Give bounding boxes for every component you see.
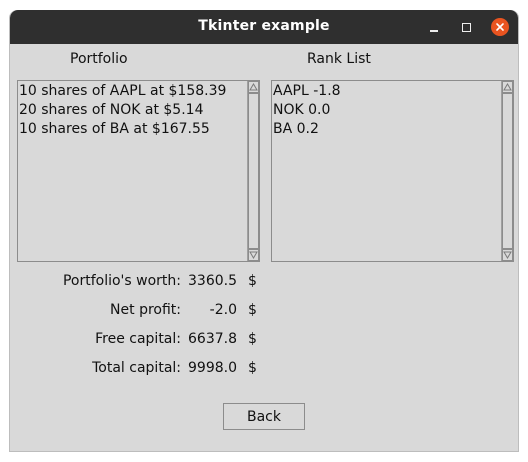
arrow-up-icon [249,83,258,91]
net-profit-value: -2.0 [209,302,237,318]
minimize-button[interactable] [424,17,444,37]
ranklist-list: AAPL -1.8 NOK 0.0 BA 0.2 [273,82,341,139]
app-window: Tkinter example Portfolio Rank List 10 s… [9,10,519,452]
title-bar[interactable]: Tkinter example [10,10,518,44]
total-capital-value: 9998.0 [188,360,237,376]
close-button[interactable] [490,17,510,37]
scroll-thumb[interactable] [248,93,259,249]
net-profit-unit: $ [248,302,257,318]
scroll-down-button[interactable] [248,249,259,261]
maximize-icon [461,22,471,32]
ranklist-header: Rank List [307,51,371,67]
list-item[interactable]: 10 shares of AAPL at $158.39 [19,82,226,101]
portfolio-worth-unit: $ [248,273,257,289]
scroll-up-button[interactable] [502,81,513,93]
free-capital-unit: $ [248,331,257,347]
arrow-down-icon [249,251,258,259]
total-capital-label: Total capital: [92,360,181,376]
close-icon [491,18,509,36]
ranklist-listbox[interactable]: AAPL -1.8 NOK 0.0 BA 0.2 [271,80,514,262]
portfolio-list: 10 shares of AAPL at $158.39 20 shares o… [19,82,226,139]
back-button[interactable]: Back [223,403,305,430]
list-item[interactable]: BA 0.2 [273,120,341,139]
list-item[interactable]: 20 shares of NOK at $5.14 [19,101,226,120]
arrow-up-icon [503,83,512,91]
portfolio-scrollbar[interactable] [247,81,259,261]
portfolio-worth-value: 3360.5 [188,273,237,289]
free-capital-value: 6637.8 [188,331,237,347]
free-capital-label: Free capital: [95,331,181,347]
maximize-button[interactable] [456,17,476,37]
arrow-down-icon [503,251,512,259]
net-profit-label: Net profit: [110,302,181,318]
ranklist-scrollbar[interactable] [501,81,513,261]
portfolio-header: Portfolio [70,51,128,67]
portfolio-listbox[interactable]: 10 shares of AAPL at $158.39 20 shares o… [17,80,260,262]
list-item[interactable]: AAPL -1.8 [273,82,341,101]
list-item[interactable]: 10 shares of BA at $167.55 [19,120,226,139]
total-capital-unit: $ [248,360,257,376]
list-item[interactable]: NOK 0.0 [273,101,341,120]
scroll-up-button[interactable] [248,81,259,93]
portfolio-worth-label: Portfolio's worth: [62,273,181,289]
scroll-down-button[interactable] [502,249,513,261]
scroll-thumb[interactable] [502,93,513,249]
minimize-icon [430,30,438,32]
